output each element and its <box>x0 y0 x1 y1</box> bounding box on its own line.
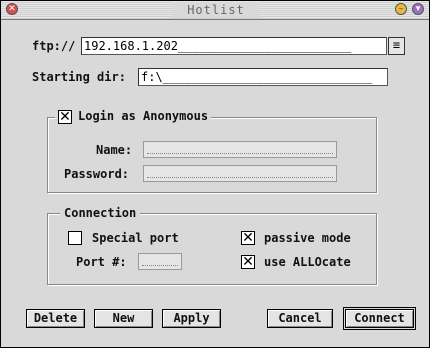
connection-group-box <box>47 213 377 285</box>
starting-dir-input[interactable]: f:\_____________________________ <box>138 68 388 86</box>
port-input[interactable] <box>138 253 182 270</box>
maximize-icon[interactable]: ▾ <box>412 3 424 15</box>
use-allocate-label: use ALLOcate <box>264 255 351 269</box>
password-input[interactable] <box>143 165 337 182</box>
ftp-host-input[interactable]: 192.168.1.202________________________ <box>81 37 387 55</box>
new-button[interactable]: New <box>94 309 153 328</box>
name-input[interactable] <box>143 141 337 158</box>
port-label: Port #: <box>76 255 127 269</box>
anonymous-login-label: Login as Anonymous <box>78 109 209 123</box>
password-label: Password: <box>64 167 130 181</box>
use-allocate-checkbox[interactable]: ✕ <box>241 255 255 269</box>
ftp-label: ftp:// <box>32 39 76 53</box>
login-group-header: ✕ Login as Anonymous <box>55 109 212 125</box>
starting-dir-label: Starting dir: <box>32 70 126 84</box>
connect-button[interactable]: Connect <box>343 307 416 330</box>
close-icon[interactable]: ✕ <box>6 3 18 15</box>
anonymous-login-checkbox[interactable]: ✕ <box>58 109 72 124</box>
title-bar[interactable]: ✕ Hotlist – ▾ <box>1 1 429 20</box>
minimize-icon[interactable]: – <box>395 3 407 15</box>
hotlist-window: ✕ Hotlist – ▾ ftp:// 192.168.1.202______… <box>0 0 430 348</box>
special-port-checkbox[interactable] <box>68 231 82 245</box>
window-title: Hotlist <box>171 2 261 18</box>
name-label: Name: <box>96 143 133 157</box>
passive-mode-label: passive mode <box>264 231 351 245</box>
special-port-label: Special port <box>92 231 179 245</box>
cancel-button[interactable]: Cancel <box>267 309 333 328</box>
delete-button[interactable]: Delete <box>26 309 85 328</box>
hotlist-dropdown-button[interactable]: ≡ <box>388 37 405 55</box>
passive-mode-checkbox[interactable]: ✕ <box>241 231 255 245</box>
apply-button[interactable]: Apply <box>162 309 221 328</box>
connection-group-title: Connection <box>60 206 141 220</box>
